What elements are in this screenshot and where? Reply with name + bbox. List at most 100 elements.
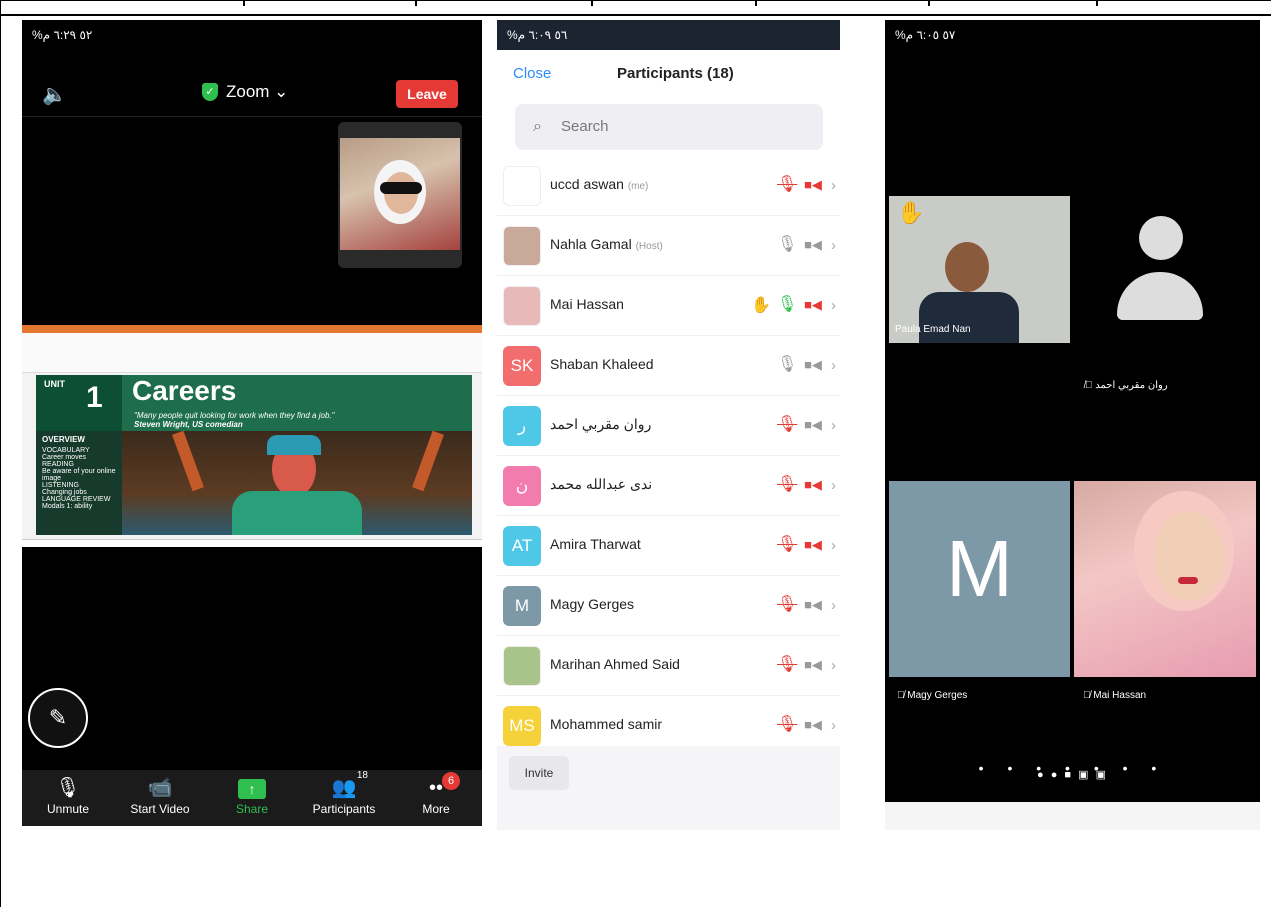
- video-off-icon: 📹: [147, 777, 173, 799]
- status-bar: %٥٦ ٦:٠٩ م ● ● ■ ▣ ▣: [497, 20, 840, 781]
- video-icon: ■◀: [804, 597, 822, 612]
- participants-button[interactable]: 👥 18 Participants: [298, 770, 390, 826]
- video-tile-paula[interactable]: ✋ Paula Emad Nan: [889, 196, 1070, 343]
- participant-row[interactable]: SK Shaban Khaleed 🎙 ■◀ ›: [497, 336, 840, 396]
- participant-row[interactable]: Nahla Gamal (Host) 🎙 ■◀ ›: [497, 216, 840, 276]
- meeting-toolbar: 🎙 Unmute 📹 Start Video ↑ Share 👥 18 Part…: [22, 770, 482, 826]
- participant-status-icons: 🎙 ■◀ ›: [777, 534, 836, 556]
- annotate-pen-button[interactable]: ✎: [28, 688, 88, 748]
- close-button[interactable]: Close: [513, 65, 551, 82]
- participant-name: Shaban Khaleed: [550, 356, 654, 372]
- shared-screen[interactable]: UNIT 1 Careers "Many people quit looking…: [22, 325, 482, 547]
- table-divider: [928, 0, 930, 6]
- participant-row[interactable]: M Magy Gerges 🎙 ■◀ ›: [497, 576, 840, 636]
- invite-button[interactable]: Invite: [509, 756, 569, 790]
- overview-item: Career moves: [42, 454, 86, 461]
- face: [1154, 511, 1224, 601]
- chevron-right-icon: ›: [831, 476, 836, 494]
- search-placeholder: Search: [561, 118, 609, 135]
- tile-label: 🎙̸ روان مقربي احمد: [1085, 380, 1168, 391]
- chevron-right-icon: ›: [831, 236, 836, 254]
- search-input[interactable]: ⌕ Search: [515, 104, 823, 150]
- face: [945, 242, 989, 292]
- table-divider: [415, 0, 417, 6]
- mic-muted-icon: 🎙: [777, 656, 798, 673]
- participant-role-tag: (Host): [635, 241, 663, 252]
- participant-name: ندى عبدالله محمد: [550, 476, 653, 492]
- sunglasses: [380, 182, 422, 194]
- overview-item: LISTENING: [42, 482, 79, 489]
- tile-label: Paula Emad Nan: [895, 324, 971, 335]
- meeting-name: Zoom ⌄: [226, 82, 289, 101]
- avatar-head: [1139, 216, 1183, 260]
- unit-box: UNIT 1: [36, 375, 122, 431]
- mic-muted-icon: 🎙: [777, 476, 798, 493]
- table-divider: [1096, 0, 1098, 6]
- drumstick: [172, 430, 204, 492]
- participant-row[interactable]: Mai Hassan ✋ 🎙 ■◀ ›: [497, 276, 840, 336]
- divider: [22, 116, 482, 117]
- participant-status-icons: 🎙 ■◀ ›: [777, 234, 836, 256]
- mic-muted-icon: 🎙: [777, 416, 798, 433]
- meeting-topbar: 🔈 ✓ Zoom ⌄ Leave: [22, 68, 482, 118]
- video-tile-magy[interactable]: M: [889, 481, 1070, 677]
- participant-status-icons: 🎙 ■◀ ›: [777, 354, 836, 376]
- self-video-thumbnail[interactable]: [338, 122, 462, 268]
- participant-row[interactable]: AT Amira Tharwat 🎙 ■◀ ›: [497, 516, 840, 576]
- search-icon: ⌕: [533, 118, 542, 135]
- unmute-button[interactable]: 🎙 Unmute: [22, 770, 114, 826]
- mic-muted-icon: 🎙: [777, 596, 798, 613]
- participants-icon: 👥: [331, 777, 357, 799]
- overview-heading: OVERVIEW: [42, 435, 85, 444]
- mic-muted-icon: 🎙: [55, 777, 81, 799]
- participant-name: روان مقربي احمد: [550, 416, 652, 432]
- overview-panel: OVERVIEW VOCABULARY Career moves READING…: [36, 431, 122, 535]
- mic-muted-icon: 🎙: [777, 716, 798, 733]
- participant-name: Mohammed samir: [550, 716, 663, 732]
- chevron-right-icon: ›: [831, 596, 836, 614]
- avatar: SK: [503, 346, 541, 386]
- raised-hand-icon: ✋: [751, 297, 771, 314]
- participant-row[interactable]: Marihan Ahmed Said 🎙 ■◀ ›: [497, 636, 840, 696]
- participant-row[interactable]: ن ندى عبدالله محمد 🎙 ■◀ ›: [497, 456, 840, 516]
- mic-active-icon: 🎙: [777, 296, 798, 313]
- raised-hand-icon: ✋: [897, 200, 925, 225]
- chevron-right-icon: ›: [831, 656, 836, 674]
- more-button[interactable]: •• 6 More: [390, 770, 482, 826]
- speaker-icon[interactable]: 🔈: [42, 82, 76, 106]
- ppt-titlebar: [22, 325, 482, 333]
- overview-item: Be aware of your online image: [42, 468, 116, 482]
- tile-label: 🎙̸ Mai Hassan: [1083, 690, 1147, 701]
- meeting-title[interactable]: ✓ Zoom ⌄: [202, 82, 288, 102]
- participant-status-icons: 🎙 ■◀ ›: [777, 654, 836, 676]
- leave-button[interactable]: Leave: [396, 80, 458, 108]
- overview-item: LANGUAGE REVIEW: [42, 496, 111, 503]
- lips: [1178, 577, 1198, 584]
- phone-meeting-screen: %٥٢ ٦:٢٩ م ● ● ■ ▣ 🔈 ✓ Zoom ⌄ Leave UNIT…: [22, 20, 482, 826]
- performer-hat: [267, 435, 321, 455]
- participant-status-icons: 🎙 ■◀ ›: [777, 174, 836, 196]
- share-icon: ↑: [238, 779, 266, 799]
- video-feed: [340, 138, 460, 250]
- table-divider: [243, 0, 245, 6]
- video-tile-mai[interactable]: [1074, 481, 1256, 677]
- page-indicator[interactable]: • • • • • • •: [885, 760, 1260, 776]
- participant-row[interactable]: uccd aswan (me) 🎙 ■◀ ›: [497, 156, 840, 216]
- video-icon: ■◀: [804, 237, 822, 252]
- participant-status-icons: 🎙 ■◀ ›: [777, 414, 836, 436]
- overview-item: READING: [42, 461, 74, 468]
- chevron-right-icon: ›: [831, 356, 836, 374]
- unit-label: UNIT: [44, 379, 65, 389]
- avatar-body: [1117, 272, 1203, 320]
- share-button[interactable]: ↑ Share: [206, 770, 298, 826]
- chevron-right-icon: ›: [831, 416, 836, 434]
- shield-icon: ✓: [202, 83, 218, 101]
- start-video-button[interactable]: 📹 Start Video: [114, 770, 206, 826]
- participant-name: Nahla Gamal (Host): [550, 236, 663, 252]
- participant-row[interactable]: ر روان مقربي احمد 🎙 ■◀ ›: [497, 396, 840, 456]
- avatar: ر: [503, 406, 541, 446]
- participant-name: Amira Tharwat: [550, 536, 641, 552]
- avatar-placeholder-tile[interactable]: [1115, 216, 1205, 326]
- video-icon: ■◀: [804, 717, 822, 732]
- avatar: [503, 226, 541, 266]
